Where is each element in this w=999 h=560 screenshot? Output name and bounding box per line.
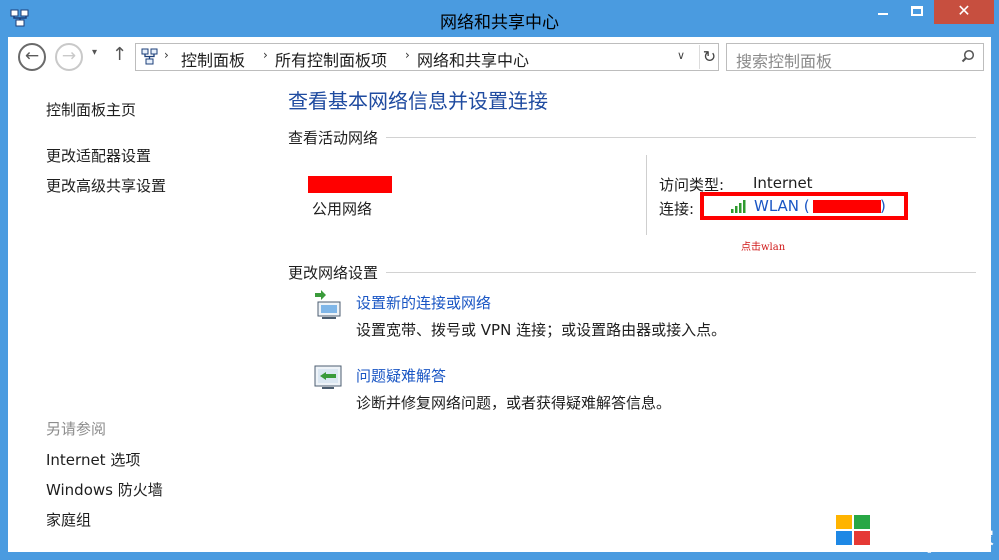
sidebar-link-homegroup[interactable]: 家庭组 [46, 509, 91, 530]
active-networks-heading: 查看活动网络 [288, 129, 379, 147]
see-also-heading: 另请参阅 [46, 420, 107, 438]
task-link-new-connection[interactable]: 设置新的连接或网络 [356, 292, 491, 313]
breadcrumb-separator: › [263, 48, 268, 62]
address-history-dropdown[interactable]: ∨ [677, 49, 685, 62]
close-icon: ✕ [957, 1, 971, 20]
new-connection-icon [315, 290, 341, 319]
redacted-network-name [308, 176, 392, 193]
search-icon[interactable] [961, 49, 975, 63]
page-title: 查看基本网络信息并设置连接 [288, 89, 548, 113]
watermark-logo [807, 497, 870, 551]
wifi-signal-icon [731, 200, 746, 213]
search-placeholder: 搜索控制面板 [736, 52, 833, 71]
forward-button[interactable]: → [55, 43, 83, 71]
access-type-value: Internet [753, 174, 813, 192]
task-desc-new-connection: 设置宽带、拨号或 VPN 连接；或设置路由器或接入点。 [356, 321, 727, 339]
title-bar: 网络和共享中心 ✕ [0, 0, 999, 36]
minimize-icon [878, 13, 888, 15]
minimize-button[interactable] [866, 0, 900, 24]
task-link-troubleshoot[interactable]: 问题疑难解答 [356, 365, 446, 386]
window-frame: 网络和共享中心 ✕ ← → ▾ ↑ › 控制面板 › 所有控制面板项 › 网络和… [0, 0, 999, 560]
window-title: 网络和共享中心 [440, 13, 559, 33]
wlan-connection-link-end[interactable]: ) [880, 197, 886, 215]
wlan-connection-link[interactable]: WLAN ( [754, 197, 810, 215]
up-button[interactable]: ↑ [112, 44, 127, 65]
breadcrumb-all-items[interactable]: 所有控制面板项 [275, 47, 387, 71]
task-desc-troubleshoot: 诊断并修复网络问题，或者获得疑难解答信息。 [356, 394, 672, 412]
sidebar-link-home[interactable]: 控制面板主页 [46, 99, 136, 120]
control-panel-icon [141, 48, 158, 65]
breadcrumb-separator: › [405, 48, 410, 62]
search-input[interactable]: 搜索控制面板 [726, 43, 984, 71]
sidebar-link-sharing-settings[interactable]: 更改高级共享设置 [46, 175, 166, 196]
sidebar-link-firewall[interactable]: Windows 防火墙 [46, 479, 163, 500]
sidebar-link-internet-options[interactable]: Internet 选项 [46, 449, 140, 470]
change-settings-heading: 更改网络设置 [288, 264, 379, 282]
breadcrumb-separator: › [164, 48, 169, 62]
watermark-url: www.xitonghe.com [880, 544, 966, 554]
network-type-label[interactable]: 公用网络 [312, 198, 372, 219]
breadcrumb-network-center[interactable]: 网络和共享中心 [417, 47, 529, 71]
vertical-divider [646, 155, 647, 235]
content-pane: 控制面板主页 更改适配器设置 更改高级共享设置 另请参阅 Internet 选项… [8, 77, 991, 552]
connections-label: 连接: [659, 200, 695, 218]
address-bar[interactable]: › 控制面板 › 所有控制面板项 › 网络和共享中心 ∨ ↻ [135, 43, 719, 71]
refresh-button[interactable]: ↻ [699, 45, 719, 69]
annotation-click-wlan: 点击wlan [741, 242, 786, 253]
troubleshoot-icon [314, 365, 342, 389]
sidebar-link-adapter-settings[interactable]: 更改适配器设置 [46, 145, 151, 166]
section-divider [386, 272, 976, 273]
maximize-button[interactable] [900, 0, 934, 24]
close-button[interactable]: ✕ [934, 0, 994, 24]
breadcrumb-control-panel[interactable]: 控制面板 [181, 47, 245, 71]
section-divider [386, 137, 976, 138]
back-button[interactable]: ← [18, 43, 46, 71]
maximize-icon [911, 6, 923, 16]
redacted-ssid [813, 200, 881, 213]
navigation-bar: ← → ▾ ↑ › 控制面板 › 所有控制面板项 › 网络和共享中心 ∨ ↻ 搜… [8, 37, 991, 77]
recent-pages-dropdown[interactable]: ▾ [92, 47, 97, 58]
